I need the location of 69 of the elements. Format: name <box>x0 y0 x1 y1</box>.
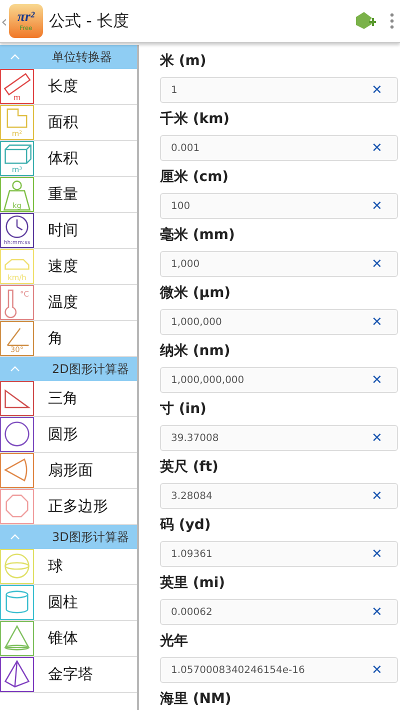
value-field[interactable]: 0.00062 ✕ <box>160 599 398 625</box>
item-label: 长度 <box>48 77 78 96</box>
overflow-menu-icon[interactable] <box>390 13 394 29</box>
unit-label: 微米 (µm) <box>160 284 232 303</box>
value-field[interactable]: 1.0570008340246154e-16 ✕ <box>160 657 398 683</box>
item-label: 温度 <box>48 293 78 312</box>
value-field[interactable]: 100 ✕ <box>160 193 398 219</box>
unit-label: 码 (yd) <box>160 516 212 535</box>
clear-button[interactable]: ✕ <box>357 604 397 620</box>
value-field[interactable]: 1,000,000,000 ✕ <box>160 367 398 393</box>
unit-label: 纳米 (nm) <box>160 342 232 361</box>
value-field[interactable]: 0.001 ✕ <box>160 135 398 161</box>
section-title: 单位转换器 <box>52 48 112 66</box>
section-header[interactable]: 单位转换器 <box>0 45 137 69</box>
sidebar-item[interactable]: 圆柱 <box>0 585 137 621</box>
unit-label: 英里 (mi) <box>160 574 226 593</box>
collapse-chevron-icon <box>10 366 20 372</box>
unit-label: 厘米 (cm) <box>160 168 230 187</box>
clear-button[interactable]: ✕ <box>357 82 397 98</box>
item-label: 重量 <box>48 185 78 204</box>
collapse-chevron-icon <box>10 54 20 60</box>
clear-button[interactable]: ✕ <box>357 140 397 156</box>
sidebar-item[interactable]: 扇形面 <box>0 453 137 489</box>
clear-button[interactable]: ✕ <box>357 488 397 504</box>
item-label: 面积 <box>48 113 78 132</box>
clear-button[interactable]: ✕ <box>357 256 397 272</box>
sidebar-item[interactable]: 金字塔 <box>0 657 137 693</box>
unit-label: 米 (m) <box>160 52 208 71</box>
item-label: 球 <box>48 557 63 576</box>
clear-button[interactable]: ✕ <box>357 662 397 678</box>
value-field[interactable]: 3.28084 ✕ <box>160 483 398 509</box>
sidebar-item[interactable]: 锥体 <box>0 621 137 657</box>
clear-button[interactable]: ✕ <box>357 372 397 388</box>
item-label: 金字塔 <box>48 665 93 684</box>
value-field[interactable]: 1.09361 ✕ <box>160 541 398 567</box>
unit-label: 毫米 (mm) <box>160 226 236 245</box>
item-label: 时间 <box>48 221 78 240</box>
item-label: 锥体 <box>48 629 78 648</box>
item-label: 体积 <box>48 149 78 168</box>
section-header[interactable]: 3D图形计算器 <box>0 525 137 549</box>
item-label: 扇形面 <box>48 461 93 480</box>
screen-title: 公式 - 长度 <box>49 10 130 32</box>
section-title: 2D图形计算器 <box>52 360 129 378</box>
clear-button[interactable]: ✕ <box>357 198 397 214</box>
clear-button[interactable]: ✕ <box>357 430 397 446</box>
unit-label: 海里 (NM) <box>160 690 232 709</box>
section-header[interactable]: 2D图形计算器 <box>0 357 137 381</box>
item-label: 三角 <box>48 389 78 408</box>
collapse-chevron-icon <box>10 534 20 540</box>
clear-button[interactable]: ✕ <box>357 314 397 330</box>
sidebar-item[interactable]: 圆形 <box>0 417 137 453</box>
value-field[interactable]: 1,000 ✕ <box>160 251 398 277</box>
section-title: 3D图形计算器 <box>52 528 129 546</box>
sidebar-item[interactable]: 三角 <box>0 381 137 417</box>
logo-formula: πr² <box>17 10 35 24</box>
unit-label: 千米 (km) <box>160 110 231 129</box>
unit-label: 寸 (in) <box>160 400 208 419</box>
value-field[interactable]: 39.37008 ✕ <box>160 425 398 451</box>
unit-label: 光年 <box>160 632 189 651</box>
unit-label: 英尺 (ft) <box>160 458 220 477</box>
item-label: 圆形 <box>48 425 78 444</box>
sidebar-item[interactable]: 球 <box>0 549 137 585</box>
value-field[interactable]: 1,000,000 ✕ <box>160 309 398 335</box>
item-label: 圆柱 <box>48 593 78 612</box>
value-field[interactable]: 1 ✕ <box>160 77 398 103</box>
clear-button[interactable]: ✕ <box>357 546 397 562</box>
item-label: 角 <box>48 329 63 348</box>
item-label: 速度 <box>48 257 78 276</box>
item-label: 正多边形 <box>48 497 108 516</box>
